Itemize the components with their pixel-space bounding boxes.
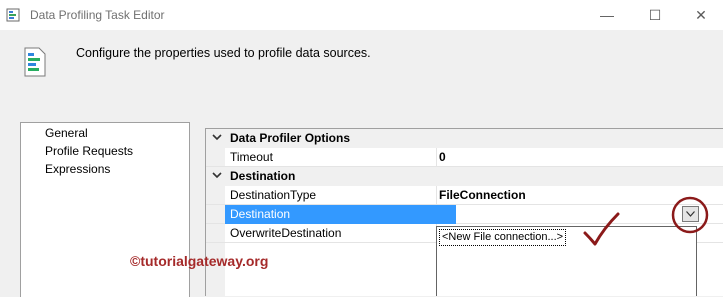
- watermark-text: ©tutorialgateway.org: [130, 253, 269, 269]
- checkmark-annotation: [583, 212, 620, 246]
- highlight-circle-annotation: [671, 196, 709, 234]
- annotation-overlay: [583, 196, 709, 246]
